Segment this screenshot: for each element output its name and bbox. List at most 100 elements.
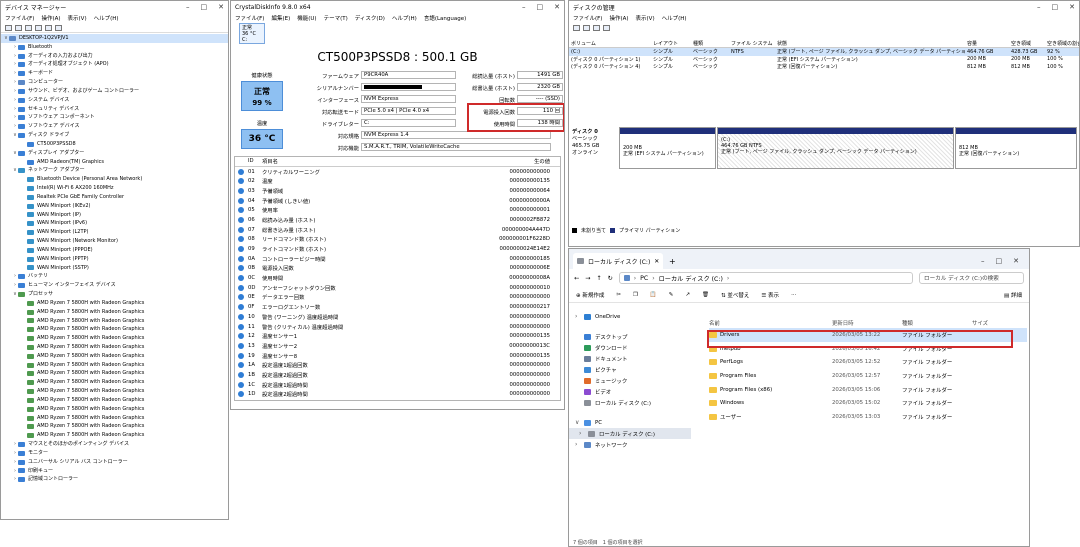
device-tree-item[interactable]: WAN Miniport (SSTP): [1, 264, 228, 273]
nav-item[interactable]: ミュージック: [569, 375, 691, 386]
smart-row[interactable]: 12 温度センサー1 000000000135: [235, 331, 560, 341]
file-row[interactable]: ユーザー 2026/03/05 13:03 ファイル フォルダー: [709, 410, 1027, 424]
smart-row[interactable]: 19 温度センサー8 000000000135: [235, 351, 560, 361]
maximize-icon[interactable]: □: [537, 3, 544, 11]
smart-row[interactable]: 1D 設定温度2超過時間 000000000000: [235, 390, 560, 400]
smart-row[interactable]: 1B 設定温度2超過回数 000000000000: [235, 370, 560, 380]
device-tree-item[interactable]: › ソフトウェア コンポーネント: [1, 113, 228, 122]
device-tree-item[interactable]: WAN Miniport (IPv6): [1, 219, 228, 228]
menu-file[interactable]: ファイル(F): [5, 14, 34, 22]
device-manager-titlebar[interactable]: デバイス マネージャー – □ ✕: [1, 1, 228, 13]
forward-icon[interactable]: [583, 25, 590, 31]
device-tree-item[interactable]: AMD Ryzen 7 5800H with Radeon Graphics: [1, 352, 228, 361]
smart-row[interactable]: 0C 使用時間 00000000008A: [235, 273, 560, 283]
menu-action[interactable]: 操作(A): [41, 14, 60, 22]
delete-icon[interactable]: 🗑: [702, 292, 709, 298]
cdi-menu-item[interactable]: 言語(Language): [424, 14, 466, 22]
volume-col-header[interactable]: 空き領域の割合: [1045, 40, 1079, 47]
nav-item[interactable]: ローカル ディスク (C:): [569, 397, 691, 408]
cdi-menu-item[interactable]: 編集(E): [271, 14, 290, 22]
file-row[interactable]: Program Files (x86) 2026/03/05 15:06 ファイル …: [709, 383, 1027, 397]
copy-icon[interactable]: ❐: [633, 292, 638, 298]
device-tree-item[interactable]: › 記憶域コントローラー: [1, 475, 228, 484]
device-tree-item[interactable]: ∨ DESKTOP-1Q2VPJV1: [1, 34, 228, 43]
device-tree-item[interactable]: ∨ ディスプレイ アダプター: [1, 149, 228, 158]
device-tree-item[interactable]: AMD Ryzen 7 5800H with Radeon Graphics: [1, 361, 228, 370]
properties-icon[interactable]: [25, 24, 32, 31]
properties-icon[interactable]: [593, 25, 600, 31]
smart-row[interactable]: 0F エラーログエントリー数 000000000217: [235, 302, 560, 312]
nav-item[interactable]: ビデオ: [569, 386, 691, 397]
nav-item[interactable]: › ローカル ディスク (C:): [569, 428, 691, 439]
volume-col-header[interactable]: ボリューム: [569, 40, 651, 47]
monitor-icon[interactable]: [55, 24, 62, 31]
forward-icon[interactable]: [15, 24, 22, 31]
rename-icon[interactable]: ✎: [669, 292, 674, 298]
device-tree-item[interactable]: AMD Ryzen 7 5800H with Radeon Graphics: [1, 325, 228, 334]
device-tree-item[interactable]: AMD Ryzen 7 5800H with Radeon Graphics: [1, 405, 228, 414]
minimize-icon[interactable]: –: [522, 3, 526, 11]
device-tree-item[interactable]: › マウスとそのほかのポインティング デバイス: [1, 440, 228, 449]
volume-row[interactable]: (ディスク 0 パーティション 1) シンプル ベーシック 正常 (EFI システム …: [569, 56, 1079, 64]
view-button[interactable]: ☰ 表示: [761, 291, 779, 299]
file-row[interactable]: Program Files 2026/03/05 12:57 ファイル フォルダー: [709, 369, 1027, 383]
device-tree-item[interactable]: AMD Ryzen 7 5800H with Radeon Graphics: [1, 387, 228, 396]
device-tree-item[interactable]: WAN Miniport (PPPOE): [1, 246, 228, 255]
up-arrow-icon[interactable]: ↑: [596, 275, 601, 282]
help-icon[interactable]: [35, 24, 42, 31]
smart-row[interactable]: 04 予備領域 (しきい値) 00000000000A: [235, 196, 560, 206]
sort-button[interactable]: ⇅ 並べ替え: [721, 291, 749, 299]
col-size[interactable]: サイズ: [972, 319, 1012, 327]
cdi-menu-item[interactable]: ディスク(D): [355, 14, 385, 22]
device-tree-item[interactable]: › ヒューマン インターフェイス デバイス: [1, 281, 228, 290]
cdi-titlebar[interactable]: CrystalDiskInfo 9.8.0 x64 – □ ✕: [231, 1, 564, 13]
close-icon[interactable]: ✕: [1013, 257, 1019, 265]
menu-help[interactable]: ヘルプ(H): [94, 14, 119, 22]
smart-row[interactable]: 06 総読み込み量 (ホスト) 0000002FB872: [235, 215, 560, 225]
device-tree-item[interactable]: ∨ プロセッサ: [1, 290, 228, 299]
search-input[interactable]: ローカル ディスク (C:)の検索: [919, 272, 1024, 284]
volume-col-header[interactable]: 状態: [775, 40, 965, 47]
device-tree-item[interactable]: AMD Ryzen 7 5800H with Radeon Graphics: [1, 308, 228, 317]
minimize-icon[interactable]: –: [186, 3, 190, 11]
device-tree-item[interactable]: AMD Ryzen 7 5800H with Radeon Graphics: [1, 378, 228, 387]
partition-c[interactable]: (C:) 464.76 GB NTFS 正常 (ブート, ページ ファイル, ク…: [717, 127, 954, 169]
nav-item[interactable]: › OneDrive: [569, 311, 691, 322]
smart-row[interactable]: 0E データエラー回数 000000000000: [235, 293, 560, 303]
maximize-icon[interactable]: □: [1052, 3, 1059, 11]
breadcrumb-disk[interactable]: ローカル ディスク (C:): [659, 274, 723, 283]
expand-chevron-icon[interactable]: ›: [575, 441, 580, 448]
volume-col-header[interactable]: レイアウト: [651, 40, 691, 47]
device-tree-item[interactable]: WAN Miniport (PPTP): [1, 255, 228, 264]
disk-mgmt-titlebar[interactable]: ディスクの管理 – □ ✕: [569, 1, 1079, 13]
details-button[interactable]: ▤ 詳細: [1004, 291, 1022, 299]
menu-action[interactable]: 操作(A): [609, 14, 628, 22]
maximize-icon[interactable]: □: [201, 3, 208, 11]
new-button[interactable]: ⊕ 新規作成: [576, 291, 604, 299]
volume-col-header[interactable]: 種類: [691, 40, 729, 47]
file-row[interactable]: Windows 2026/03/05 15:02 ファイル フォルダー: [709, 396, 1027, 410]
drive-tab-c[interactable]: 正常 36 °C C:: [239, 23, 265, 44]
col-type[interactable]: 種類: [902, 319, 972, 327]
col-date[interactable]: 更新日時: [832, 319, 902, 327]
menu-file[interactable]: ファイル(F): [573, 14, 602, 22]
health-badge[interactable]: 正常 99 %: [241, 81, 283, 111]
device-tree-item[interactable]: › セキュリティ デバイス: [1, 105, 228, 114]
nav-item[interactable]: ドキュメント: [569, 353, 691, 364]
volume-col-header[interactable]: 容量: [965, 40, 1009, 47]
close-icon[interactable]: ✕: [554, 3, 560, 11]
device-tree-item[interactable]: WAN Miniport (L2TP): [1, 228, 228, 237]
expand-chevron-icon[interactable]: ›: [579, 430, 584, 437]
expand-chevron-icon[interactable]: ∨: [575, 419, 580, 426]
device-tree-item[interactable]: ∨ ネットワーク アダプター: [1, 166, 228, 175]
nav-item[interactable]: ∨ PC: [569, 417, 691, 428]
volume-col-header[interactable]: ファイル システム: [729, 40, 775, 47]
device-tree-item[interactable]: Realtek PCIe GbE Family Controller: [1, 193, 228, 202]
nav-item[interactable]: ダウンロード: [569, 342, 691, 353]
smart-row[interactable]: 10 警告 (ワーニング) 温度超過時間 000000000000: [235, 312, 560, 322]
device-tree-item[interactable]: AMD Ryzen 7 5800H with Radeon Graphics: [1, 369, 228, 378]
smart-row[interactable]: 05 使用率 000000000001: [235, 205, 560, 215]
device-tree-item[interactable]: › オーディオ処理オブジェクト (APO): [1, 60, 228, 69]
device-tree-item[interactable]: WAN Miniport (Network Monitor): [1, 237, 228, 246]
cdi-menu-item[interactable]: 機能(U): [297, 14, 316, 22]
